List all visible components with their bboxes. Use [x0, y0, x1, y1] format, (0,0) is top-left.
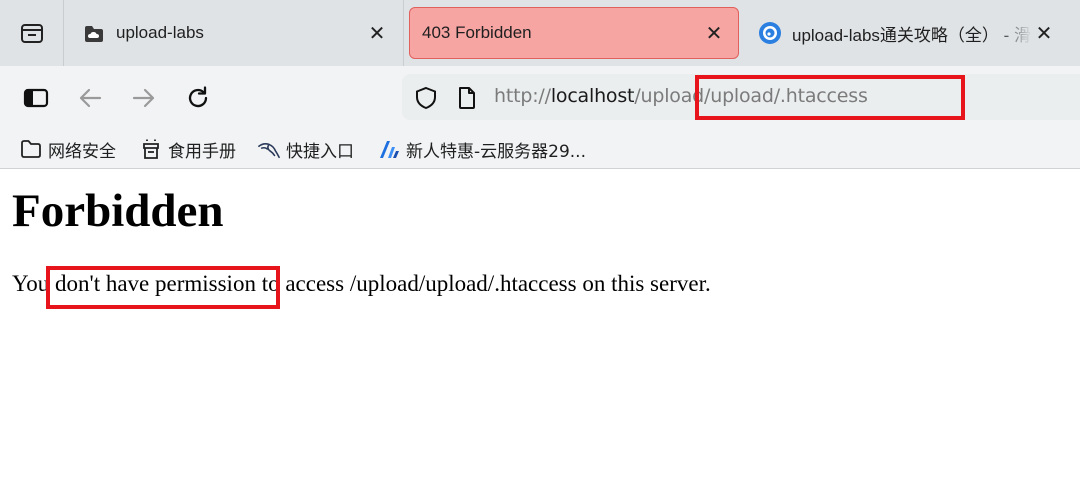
tab-upload-labs-guide[interactable]: upload-labs通关攻略（全） - 滑 ✕	[744, 0, 1080, 66]
back-button[interactable]	[74, 82, 106, 114]
page-heading: Forbidden	[12, 185, 224, 237]
annotation-box-message	[46, 266, 280, 309]
kali-dragon-icon	[258, 138, 280, 160]
page-info-icon[interactable]	[455, 86, 479, 110]
page-content: Forbidden You don't have permission to a…	[0, 170, 1080, 490]
bag-icon	[140, 138, 162, 160]
reload-button[interactable]	[182, 82, 214, 114]
forward-button[interactable]	[128, 82, 160, 114]
blog-icon	[758, 21, 782, 45]
bookmark-quick-entry[interactable]: 快捷入口	[258, 136, 354, 162]
cloud-icon	[82, 21, 106, 45]
annotation-box-url	[695, 75, 965, 120]
bookmark-label: 食用手册	[168, 141, 236, 162]
cloud-brand-icon	[378, 138, 400, 160]
sidebar-toggle-button[interactable]	[20, 82, 52, 114]
bookmark-cloud-server-offer[interactable]: 新人特惠-云服务器29...	[378, 136, 586, 162]
shield-icon[interactable]	[414, 86, 438, 110]
collections-icon	[20, 24, 43, 43]
sidebar-icon	[23, 88, 49, 108]
close-tab-icon[interactable]: ✕	[365, 21, 389, 45]
tab-collections-button[interactable]	[0, 0, 64, 66]
reload-icon	[188, 86, 208, 108]
tab-title: upload-labs通关攻略（全） - 滑	[792, 25, 1032, 45]
url-scheme: http://	[494, 85, 551, 107]
bookmarks-bar: 网络安全 食用手册 快捷入口 新人特惠-云服务器29...	[0, 130, 1080, 169]
url-host: localhost	[550, 85, 635, 107]
tab-strip: upload-labs ✕ 403 Forbidden ✕ upload-lab…	[0, 0, 1080, 66]
folder-icon	[20, 138, 42, 160]
tab-403-forbidden[interactable]: 403 Forbidden ✕	[409, 7, 739, 59]
close-tab-icon[interactable]: ✕	[702, 21, 726, 45]
close-tab-icon[interactable]: ✕	[1032, 21, 1056, 45]
bookmark-manual[interactable]: 食用手册	[140, 136, 236, 162]
tab-title: 403 Forbidden	[422, 23, 532, 42]
forward-arrow-icon	[132, 88, 155, 108]
back-arrow-icon	[79, 88, 102, 108]
tab-title: upload-labs	[116, 23, 204, 42]
bookmark-label: 网络安全	[48, 141, 116, 162]
bookmark-network-security[interactable]: 网络安全	[20, 136, 116, 162]
tab-upload-labs[interactable]: upload-labs ✕	[64, 0, 404, 66]
bookmark-label: 快捷入口	[286, 141, 354, 162]
bookmark-label: 新人特惠-云服务器29...	[406, 141, 586, 162]
